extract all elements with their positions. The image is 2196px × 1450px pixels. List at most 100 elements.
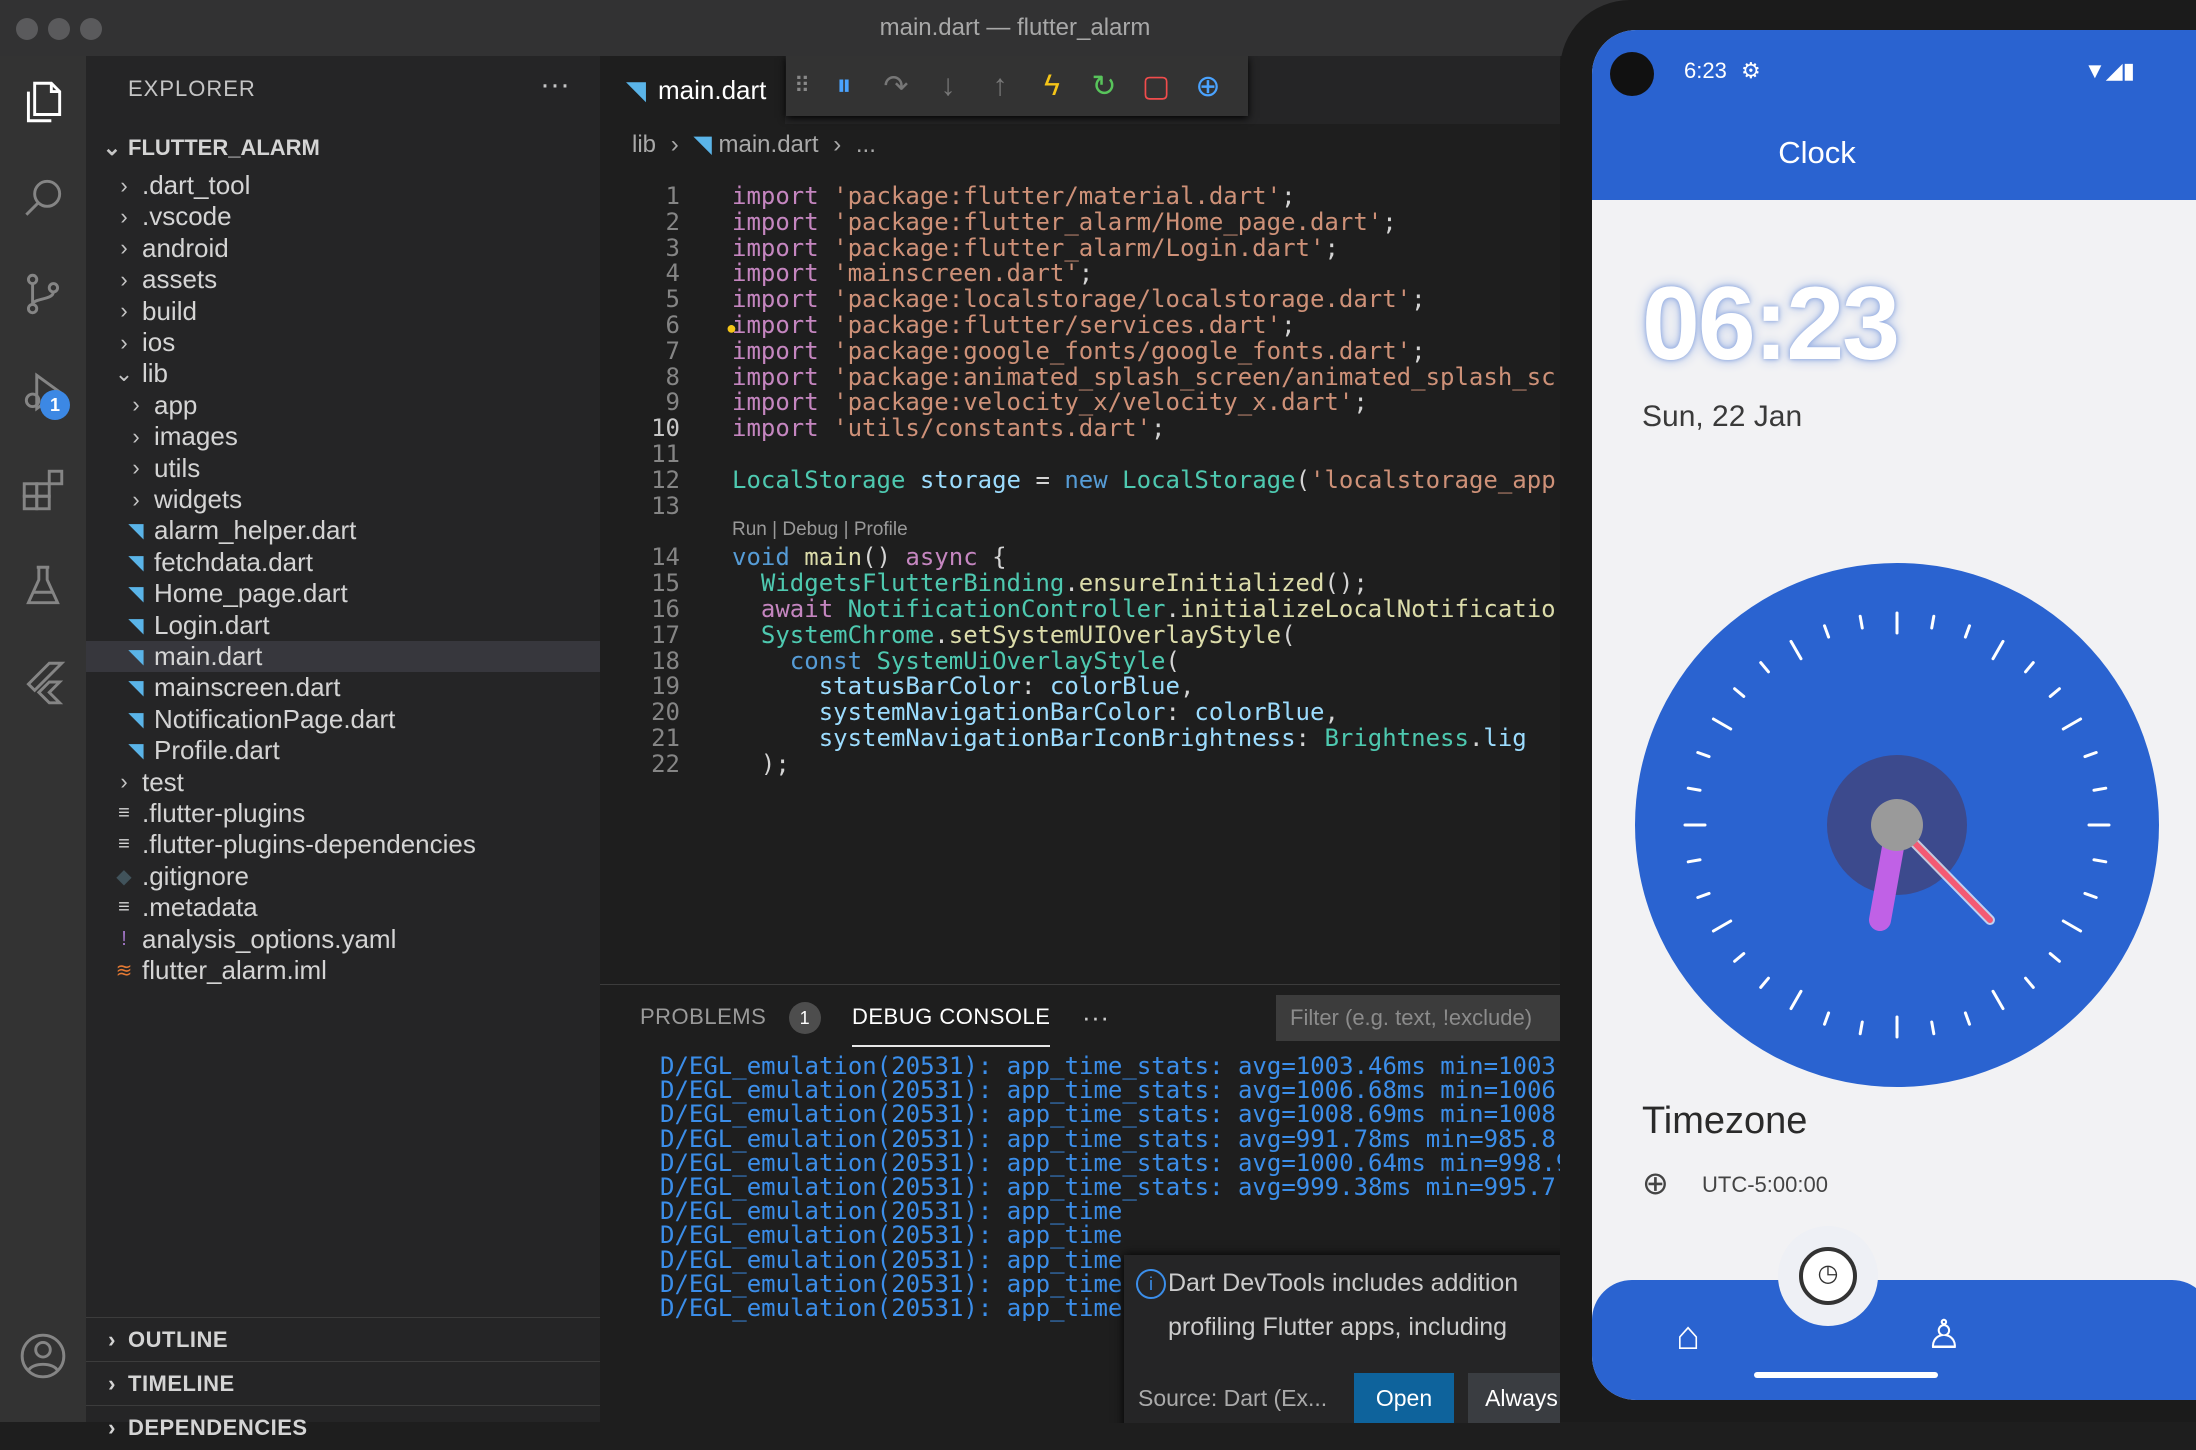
- project-root[interactable]: ⌄ FLUTTER_ALARM: [86, 126, 600, 170]
- home-icon[interactable]: ⌂: [1676, 1314, 1700, 1359]
- hot-reload-icon[interactable]: ϟ: [1026, 56, 1078, 116]
- lightbulb-icon[interactable]: ●: [726, 318, 737, 339]
- problems-count-badge: 1: [788, 1002, 821, 1034]
- settings-gear-icon: ⚙: [1740, 58, 1761, 83]
- chevron-right-icon: ›: [132, 423, 140, 449]
- explorer-icon[interactable]: [0, 62, 86, 142]
- source-control-icon[interactable]: [0, 254, 86, 334]
- explorer-item[interactable]: ! analysis_options.yaml: [86, 924, 600, 955]
- dependencies-label: DEPENDENCIES: [128, 1415, 308, 1440]
- search-icon[interactable]: [0, 158, 86, 238]
- app-title: Clock: [1778, 135, 1856, 170]
- explorer-item[interactable]: ≋ flutter_alarm.iml: [86, 955, 600, 986]
- dependencies-section[interactable]: › DEPENDENCIES: [86, 1405, 600, 1450]
- explorer-item[interactable]: ◥ NotificationPage.dart: [86, 704, 600, 735]
- project-root-label: FLUTTER_ALARM: [128, 135, 320, 160]
- restart-icon[interactable]: ↻: [1078, 56, 1130, 116]
- code-line[interactable]: 22 );: [600, 746, 1560, 782]
- chevron-right-icon: ›: [120, 203, 128, 229]
- status-time: 6:23: [1684, 58, 1727, 83]
- explorer-item-label: android: [142, 232, 229, 263]
- account-icon[interactable]: [0, 1316, 86, 1396]
- explorer-item[interactable]: › ios: [86, 327, 600, 358]
- explorer-item-label: .gitignore: [142, 860, 249, 891]
- flutter-icon[interactable]: [0, 642, 86, 722]
- explorer-item[interactable]: › assets: [86, 264, 600, 295]
- explorer-item[interactable]: › images: [86, 421, 600, 452]
- code-line[interactable]: 13: [600, 488, 1560, 524]
- timeline-label: TIMELINE: [128, 1371, 235, 1396]
- devtools-icon[interactable]: ⊕: [1182, 56, 1234, 116]
- clock-fab-button[interactable]: ◷: [1778, 1226, 1878, 1326]
- chevron-right-icon: ›: [132, 455, 140, 481]
- debug-toolbar: ⠿ ⏸ ↷ ↓ ↑ ϟ ↻ ▢ ⊕: [786, 56, 1248, 116]
- explorer-item-label: fetchdata.dart: [154, 546, 313, 577]
- explorer-item[interactable]: ◆ .gitignore: [86, 861, 600, 892]
- breadcrumb-symbol[interactable]: ...: [856, 131, 876, 158]
- explorer-item[interactable]: ◥ main.dart: [86, 641, 600, 672]
- explorer-item[interactable]: › app: [86, 390, 600, 421]
- explorer-item[interactable]: › utils: [86, 453, 600, 484]
- timezone-title: Timezone: [1642, 1100, 1808, 1142]
- text-file-icon: ≡: [118, 833, 130, 856]
- breadcrumb-lib[interactable]: lib: [632, 131, 656, 158]
- explorer-item[interactable]: ◥ mainscreen.dart: [86, 672, 600, 703]
- run-badge: 1: [40, 390, 70, 420]
- drag-handle-icon[interactable]: ⠿: [786, 56, 818, 116]
- explorer-item[interactable]: ◥ alarm_helper.dart: [86, 515, 600, 546]
- chevron-right-icon: ›: [120, 298, 128, 324]
- app-bar: 6:23 ⚙ ▼◢▮ Clock: [1592, 30, 2196, 200]
- tab-debug-console[interactable]: DEBUG CONSOLE: [852, 985, 1051, 1047]
- explorer-item[interactable]: ≡ .flutter-plugins: [86, 798, 600, 829]
- outline-section[interactable]: › OUTLINE: [86, 1317, 600, 1362]
- globe-icon: ⊕: [1642, 1165, 1669, 1201]
- explorer-item[interactable]: ◥ Login.dart: [86, 610, 600, 641]
- extensions-icon[interactable]: [0, 450, 86, 530]
- explorer-item[interactable]: › .dart_tool: [86, 170, 600, 201]
- problems-label: PROBLEMS: [640, 1004, 767, 1029]
- step-into-icon[interactable]: ↓: [922, 56, 974, 116]
- explorer-item[interactable]: › .vscode: [86, 201, 600, 232]
- profile-icon[interactable]: ♙: [1926, 1312, 1962, 1358]
- chevron-right-icon: ›: [120, 266, 128, 292]
- explorer-item[interactable]: ◥ fetchdata.dart: [86, 547, 600, 578]
- explorer-item[interactable]: ◥ Profile.dart: [86, 735, 600, 766]
- testing-icon[interactable]: [0, 546, 86, 626]
- notification-line-2: profiling Flutter apps, including: [1168, 1313, 1508, 1341]
- dart-file-icon: ◥: [128, 520, 144, 543]
- explorer-item[interactable]: › test: [86, 767, 600, 798]
- explorer-item[interactable]: › build: [86, 296, 600, 327]
- gesture-bar[interactable]: [1754, 1372, 1938, 1378]
- info-icon: i: [1136, 1269, 1166, 1299]
- explorer-item[interactable]: ⌄ lib: [86, 358, 600, 389]
- explorer-item[interactable]: ≡ .flutter-plugins-dependencies: [86, 829, 600, 860]
- dart-file-icon: ◥: [693, 131, 712, 158]
- panel-more-button[interactable]: ···: [1082, 985, 1109, 1049]
- analog-clock: [1635, 563, 2159, 1087]
- text-file-icon: ≡: [118, 802, 130, 824]
- step-out-icon[interactable]: ↑: [974, 56, 1026, 116]
- stop-icon[interactable]: ▢: [1130, 56, 1182, 116]
- explorer-item[interactable]: › widgets: [86, 484, 600, 515]
- console-filter-input[interactable]: Filter (e.g. text, !exclude): [1276, 995, 1560, 1041]
- breadcrumb-file[interactable]: main.dart: [719, 131, 819, 158]
- explorer-item-label: widgets: [154, 484, 243, 514]
- explorer-more-button[interactable]: ···: [540, 68, 570, 102]
- timeline-section[interactable]: › TIMELINE: [86, 1361, 600, 1406]
- explorer-item-label: flutter_alarm.iml: [142, 955, 327, 985]
- codelens-run-debug[interactable]: Run | Debug | Profile: [732, 519, 908, 541]
- explorer-item[interactable]: › android: [86, 233, 600, 264]
- explorer-item[interactable]: ◥ Home_page.dart: [86, 578, 600, 609]
- activity-bar: 1: [0, 56, 86, 1422]
- step-over-icon[interactable]: ↷: [870, 56, 922, 116]
- chevron-right-icon: ›: [132, 486, 140, 512]
- pause-icon[interactable]: ⏸: [818, 56, 870, 116]
- dart-file-icon: ◥: [128, 708, 144, 731]
- explorer-item[interactable]: ≡ .metadata: [86, 892, 600, 923]
- open-button[interactable]: Open: [1354, 1373, 1454, 1423]
- run-debug-icon[interactable]: 1: [0, 352, 86, 432]
- tab-problems[interactable]: PROBLEMS 1: [640, 985, 821, 1049]
- status-bar: 6:23 ⚙ ▼◢▮: [1684, 58, 2135, 84]
- tab-main-dart[interactable]: ◥ main.dart: [600, 56, 785, 124]
- always-button[interactable]: Always C: [1468, 1373, 1560, 1423]
